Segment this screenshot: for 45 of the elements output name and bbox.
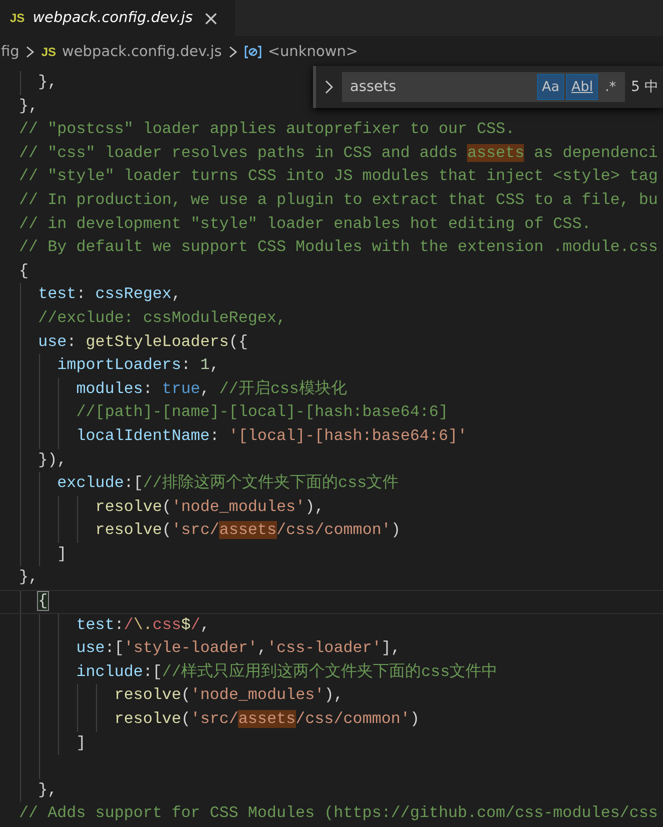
tab-title: webpack.config.dev.js bbox=[32, 10, 193, 26]
code-line: }, bbox=[37, 780, 58, 799]
code-line: // "css" loader resolves paths in CSS and adds assets as dependenci bbox=[19, 144, 658, 162]
code-line: ] bbox=[56, 544, 67, 563]
editor-tab[interactable]: JS webpack.config.dev.js × bbox=[0, 0, 236, 36]
symbol-icon bbox=[244, 45, 262, 59]
code-line: // By default we support CSS Modules with the extension .module.css bbox=[19, 238, 658, 256]
code-line: // in development "style" loader enables hot editing of CSS. bbox=[19, 214, 592, 233]
code-line: // Adds support for CSS Modules (https://github.com/css-modules/css bbox=[19, 804, 658, 822]
code-line: }, bbox=[19, 96, 38, 115]
code-line: test:/\.css$/, bbox=[75, 616, 210, 634]
code-line: }), bbox=[37, 450, 67, 468]
code-line: resolve('src/assets/css/common') bbox=[94, 521, 400, 540]
match-count: 5 中 bbox=[631, 78, 658, 96]
code-line: include:[//样式只应用到这两个文件夹下面的css文件中 bbox=[75, 662, 498, 681]
code-line: //exclude: cssModuleRegex, bbox=[37, 308, 286, 327]
code-line: importLoaders: 1, bbox=[56, 356, 220, 374]
find-field[interactable]: assets Aa Abl .* bbox=[342, 72, 625, 102]
close-button[interactable]: × bbox=[200, 8, 222, 28]
code-line: { bbox=[19, 262, 29, 280]
code-line: localIdentName: '[local]-[hash:base64:6]' bbox=[75, 426, 468, 445]
code-line: resolve('src/assets/css/common') bbox=[113, 710, 420, 728]
code-line: use:['style-loader','css-loader'], bbox=[75, 639, 400, 658]
find-option-toggle[interactable]: Aa bbox=[536, 74, 564, 100]
find-option-toggle[interactable]: Abl bbox=[566, 74, 598, 100]
chevron-icon bbox=[24, 45, 36, 59]
code-line: use: getStyleLoaders({ bbox=[37, 332, 248, 351]
js-file-label: JS bbox=[10, 11, 25, 25]
js-file-label: JS bbox=[41, 45, 56, 59]
code-line: exclude:[//排除这两个文件夹下面的css文件 bbox=[56, 474, 399, 492]
code-line: modules: true, //开启css模块化 bbox=[75, 380, 347, 398]
code-line: resolve('node_modules'), bbox=[94, 498, 324, 516]
code-line: // "postcss" loader applies autoprefixer to our CSS. bbox=[19, 120, 515, 138]
breadcrumb-item[interactable]: fig bbox=[1, 44, 20, 60]
find-option-toggle[interactable]: .* bbox=[600, 74, 621, 100]
code-line: //[path]-[name]-[local]-[hash:base64:6] bbox=[75, 403, 448, 422]
breadcrumb-item[interactable]: <unknown> bbox=[268, 44, 358, 60]
code-line: ] bbox=[75, 734, 86, 752]
code-line: }, bbox=[19, 568, 38, 586]
code-line: test: cssRegex, bbox=[37, 285, 182, 304]
code-line: // In production, we use a plugin to extract that CSS to a file, bu bbox=[19, 190, 658, 209]
code-line: // "style" loader turns CSS into JS modules that inject <style> tag bbox=[19, 167, 658, 186]
code-line: }, bbox=[37, 73, 58, 91]
breadcrumb-item[interactable]: webpack.config.dev.js bbox=[62, 44, 222, 60]
code-line: resolve('node_modules'), bbox=[113, 686, 344, 704]
